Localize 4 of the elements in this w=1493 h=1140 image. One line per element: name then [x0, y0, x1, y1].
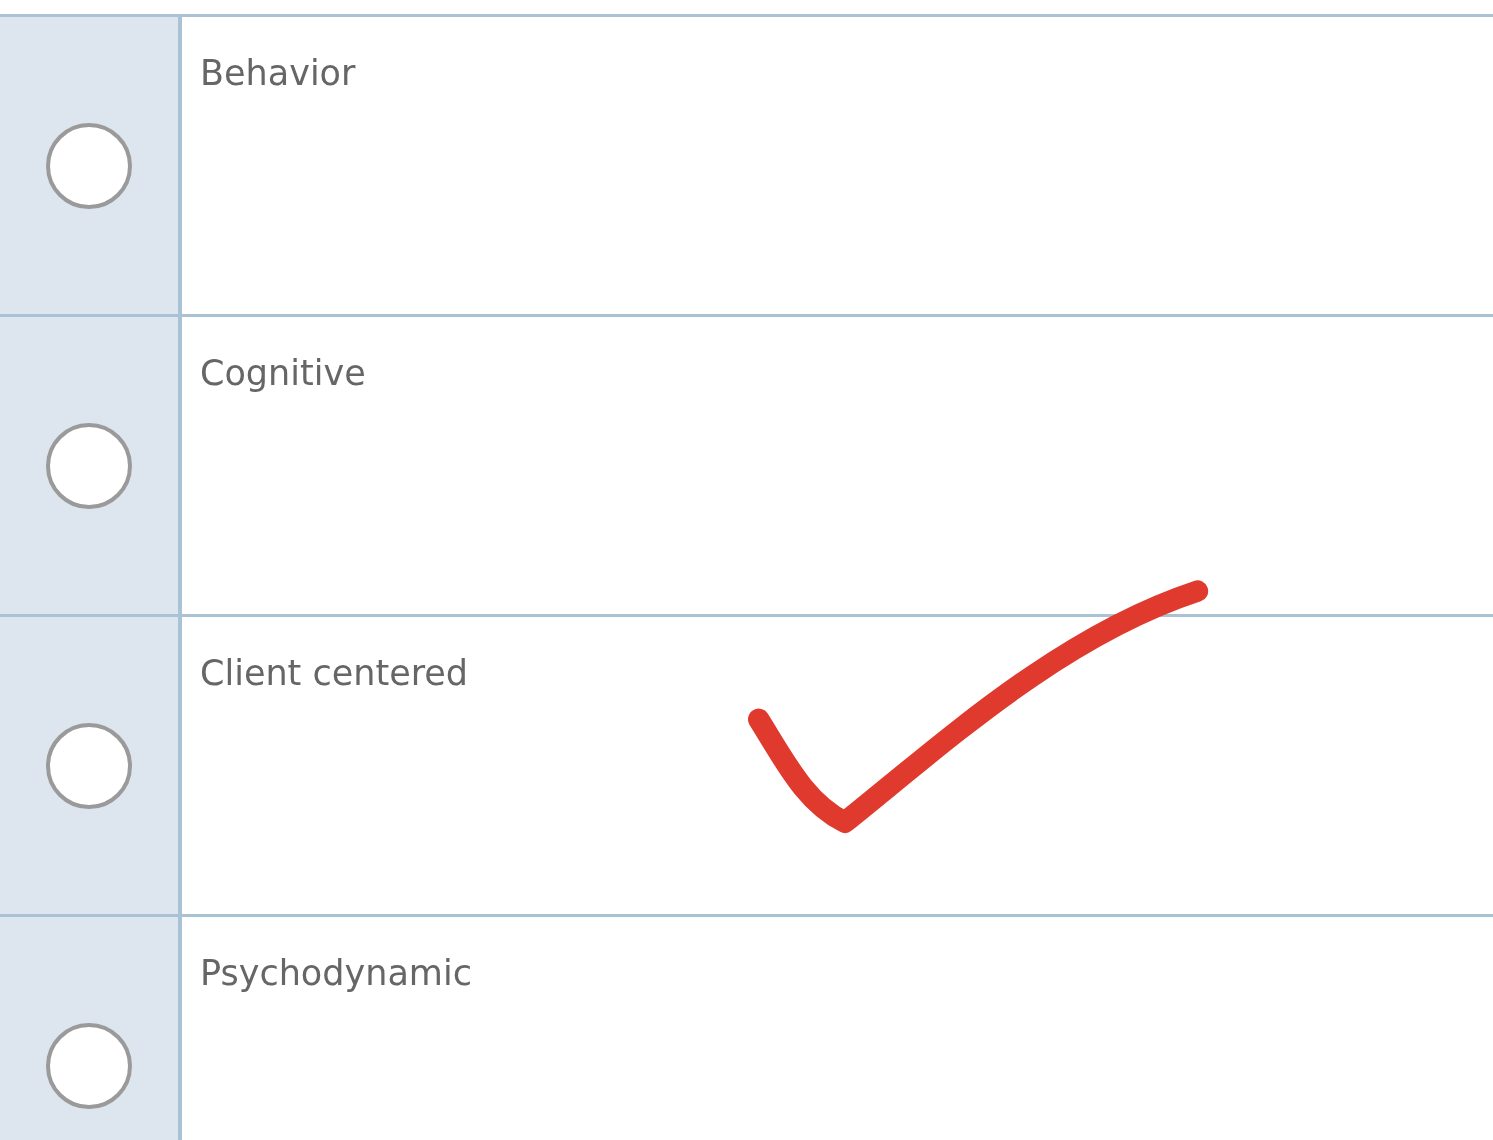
option-label: Psychodynamic — [200, 953, 472, 993]
option-label: Cognitive — [200, 353, 366, 393]
option-label: Client centered — [200, 653, 469, 693]
option-label: Behavior — [200, 53, 356, 93]
